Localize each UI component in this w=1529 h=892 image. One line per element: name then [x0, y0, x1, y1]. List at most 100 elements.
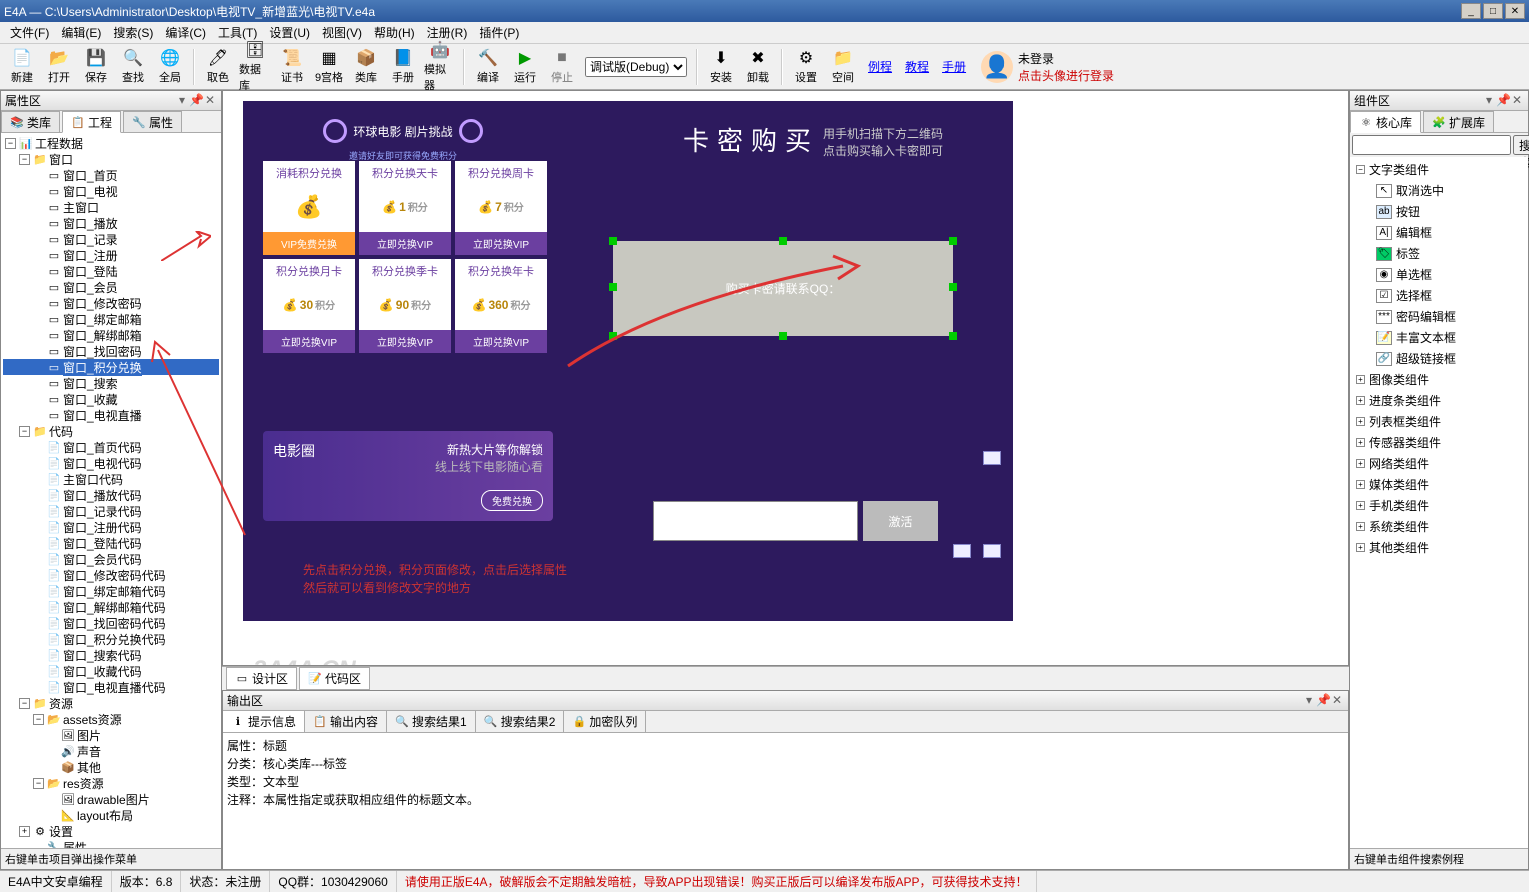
- menu-settings[interactable]: 设置(U): [263, 22, 316, 43]
- card-key-input[interactable]: [653, 501, 858, 541]
- tree-code-item[interactable]: 📄主窗口代码: [3, 471, 219, 487]
- tab-properties[interactable]: 🔧属性: [123, 111, 182, 132]
- panel-close-icon[interactable]: ✕: [1510, 94, 1524, 108]
- card-season[interactable]: 积分兑换季卡💰90积分立即兑换VIP: [359, 259, 451, 353]
- menu-help[interactable]: 帮助(H): [368, 22, 421, 43]
- tab-hint[interactable]: ℹ提示信息: [223, 711, 305, 732]
- tree-window-item[interactable]: ▭窗口_记录: [3, 231, 219, 247]
- tree-code-item[interactable]: 📄窗口_解绑邮箱代码: [3, 599, 219, 615]
- tree-code-item[interactable]: 📄窗口_播放代码: [3, 487, 219, 503]
- tree-res-item[interactable]: 📐layout布局: [3, 807, 219, 823]
- tree-window-item[interactable]: ▭窗口_搜索: [3, 375, 219, 391]
- tree-toggle-icon[interactable]: +: [19, 826, 30, 837]
- tree-code-item[interactable]: 📄窗口_找回密码代码: [3, 615, 219, 631]
- compile-button[interactable]: 🔨编译: [470, 46, 506, 88]
- run-button[interactable]: ▶运行: [507, 46, 543, 88]
- card-week[interactable]: 积分兑换周卡💰7积分立即兑换VIP: [455, 161, 547, 255]
- new-button[interactable]: 📄新建: [4, 46, 40, 88]
- tree-window-item[interactable]: ▭窗口_解绑邮箱: [3, 327, 219, 343]
- component-item[interactable]: 📝丰富文本框: [1352, 327, 1526, 348]
- component-group[interactable]: +手机类组件: [1352, 495, 1526, 516]
- tab-ext-lib[interactable]: 🧩扩展库: [1423, 111, 1494, 132]
- selection-handle[interactable]: [609, 283, 617, 291]
- save-button[interactable]: 💾保存: [78, 46, 114, 88]
- tree-window-item[interactable]: ▭窗口_电视直播: [3, 407, 219, 423]
- tree-toggle-icon[interactable]: −: [5, 138, 16, 149]
- tree-code-item[interactable]: 📄窗口_积分兑换代码: [3, 631, 219, 647]
- find-button[interactable]: 🔍查找: [115, 46, 151, 88]
- install-button[interactable]: ⬇安装: [703, 46, 739, 88]
- tab-search1[interactable]: 🔍搜索结果1: [387, 711, 476, 732]
- tree-toggle-icon[interactable]: −: [19, 698, 30, 709]
- component-item[interactable]: ↖取消选中: [1352, 180, 1526, 201]
- tab-project[interactable]: 📋工程: [62, 111, 121, 133]
- panel-close-icon[interactable]: ✕: [203, 94, 217, 108]
- tutorials-link[interactable]: 教程: [899, 58, 935, 75]
- activate-button[interactable]: 激活: [863, 501, 938, 541]
- output-body[interactable]: 属性：标题 分类：核心类库---标签 类型：文本型 注释：本属性指定或获取相应组…: [223, 733, 1348, 869]
- tree-res-item[interactable]: 🖼drawable图片: [3, 791, 219, 807]
- tree-window-item[interactable]: ▭窗口_首页: [3, 167, 219, 183]
- space-button[interactable]: 📁空间: [825, 46, 861, 88]
- tree-toggle-icon[interactable]: +: [1356, 438, 1365, 447]
- component-marker-icon[interactable]: [953, 544, 971, 558]
- designer-canvas-wrap[interactable]: 环球电影 剧片挑战 邀请好友即可获得免费积分 消耗积分兑换💰VIP免费兑换 积分…: [222, 90, 1349, 666]
- tree-res-item[interactable]: 🔊声音: [3, 743, 219, 759]
- tree-window-item[interactable]: ▭窗口_收藏: [3, 391, 219, 407]
- tree-code-item[interactable]: 📄窗口_注册代码: [3, 519, 219, 535]
- selection-handle[interactable]: [779, 237, 787, 245]
- tree-assets-folder[interactable]: −📂assets资源: [3, 711, 219, 727]
- close-button[interactable]: ✕: [1505, 3, 1525, 19]
- tree-code-item[interactable]: 📄窗口_记录代码: [3, 503, 219, 519]
- tab-output[interactable]: 📋输出内容: [305, 711, 387, 732]
- tree-res-folder[interactable]: −📁资源: [3, 695, 219, 711]
- component-marker-icon[interactable]: [983, 544, 1001, 558]
- component-group[interactable]: +进度条类组件: [1352, 390, 1526, 411]
- tree-toggle-icon[interactable]: +: [1356, 480, 1365, 489]
- tab-encrypt[interactable]: 🔒加密队列: [564, 711, 646, 732]
- open-button[interactable]: 📂打开: [41, 46, 77, 88]
- tree-code-item[interactable]: 📄窗口_搜索代码: [3, 647, 219, 663]
- selection-handle[interactable]: [949, 283, 957, 291]
- panel-dropdown-icon[interactable]: ▾: [1302, 694, 1316, 708]
- tree-toggle-icon[interactable]: −: [1356, 165, 1365, 174]
- tree-toggle-icon[interactable]: −: [19, 426, 30, 437]
- menu-search[interactable]: 搜索(S): [107, 22, 159, 43]
- promo-button[interactable]: 免费兑换: [481, 490, 543, 511]
- project-tree[interactable]: −📊工程数据−📁窗口▭窗口_首页▭窗口_电视▭主窗口▭窗口_播放▭窗口_记录▭窗…: [1, 133, 221, 848]
- tree-window-item[interactable]: ▭窗口_修改密码: [3, 295, 219, 311]
- cert-button[interactable]: 📜证书: [274, 46, 310, 88]
- component-search-button[interactable]: 搜索: [1513, 135, 1529, 155]
- selection-handle[interactable]: [779, 332, 787, 340]
- tree-window-item[interactable]: ▭窗口_注册: [3, 247, 219, 263]
- component-item[interactable]: ◉单选框: [1352, 264, 1526, 285]
- tree-windows-folder[interactable]: −📁窗口: [3, 151, 219, 167]
- lib-button[interactable]: 📦类库: [348, 46, 384, 88]
- tree-toggle-icon[interactable]: +: [1356, 501, 1365, 510]
- promo-card[interactable]: 电影圈 新热大片等你解锁线上线下电影随心看 免费兑换: [263, 431, 553, 521]
- tree-code-folder[interactable]: −📁代码: [3, 423, 219, 439]
- tab-core-lib[interactable]: ⚛核心库: [1350, 111, 1421, 133]
- component-item[interactable]: 🔗超级链接框: [1352, 348, 1526, 369]
- examples-link[interactable]: 例程: [862, 58, 898, 75]
- selection-handle[interactable]: [609, 332, 617, 340]
- component-marker-icon[interactable]: [983, 451, 1001, 465]
- maximize-button[interactable]: □: [1483, 3, 1503, 19]
- tree-code-item[interactable]: 📄窗口_登陆代码: [3, 535, 219, 551]
- card-year[interactable]: 积分兑换年卡💰360积分立即兑换VIP: [455, 259, 547, 353]
- settings-button[interactable]: ⚙设置: [788, 46, 824, 88]
- card-day[interactable]: 积分兑换天卡💰1积分立即兑换VIP: [359, 161, 451, 255]
- tree-code-item[interactable]: 📄窗口_电视代码: [3, 455, 219, 471]
- panel-pin-icon[interactable]: 📌: [1316, 694, 1330, 708]
- uninstall-button[interactable]: ✖卸载: [740, 46, 776, 88]
- selection-handle[interactable]: [609, 237, 617, 245]
- tree-resres-folder[interactable]: −📂res资源: [3, 775, 219, 791]
- build-mode-select[interactable]: 调试版(Debug): [585, 57, 687, 77]
- tree-code-item[interactable]: 📄窗口_修改密码代码: [3, 567, 219, 583]
- tab-search2[interactable]: 🔍搜索结果2: [476, 711, 565, 732]
- panel-pin-icon[interactable]: 📌: [1496, 94, 1510, 108]
- user-avatar[interactable]: 👤: [981, 51, 1013, 83]
- menu-file[interactable]: 文件(F): [4, 22, 55, 43]
- component-item[interactable]: ***密码编辑框: [1352, 306, 1526, 327]
- tree-code-item[interactable]: 📄窗口_电视直播代码: [3, 679, 219, 695]
